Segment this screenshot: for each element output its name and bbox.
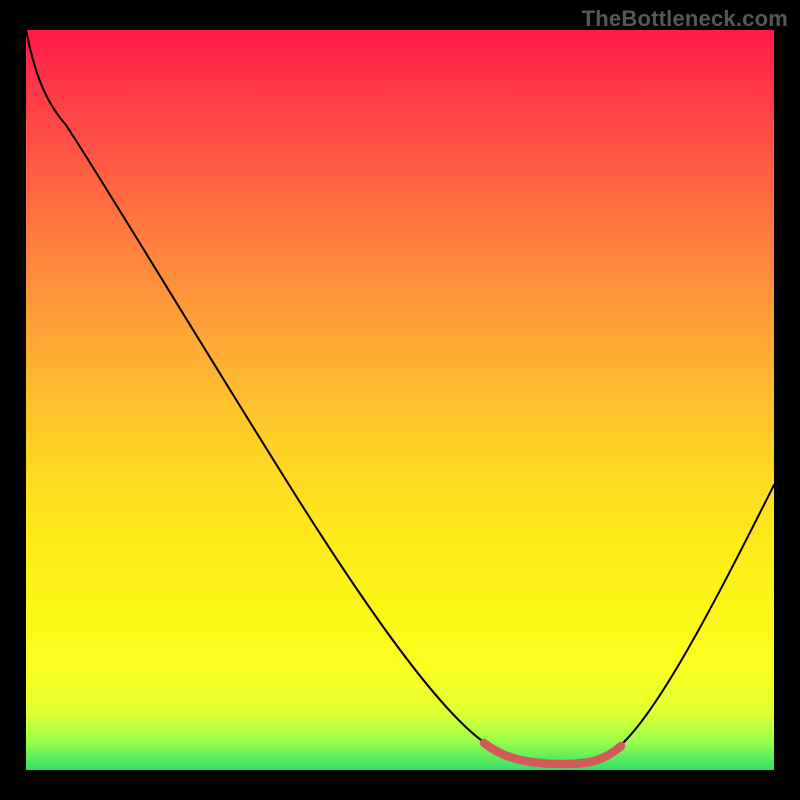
chart-root: TheBottleneck.com [0,0,800,800]
bottleneck-curve [26,30,774,770]
curve-path [26,30,774,763]
plot-area [26,30,774,770]
curve-bottom-highlight [484,743,621,764]
watermark: TheBottleneck.com [582,6,788,32]
